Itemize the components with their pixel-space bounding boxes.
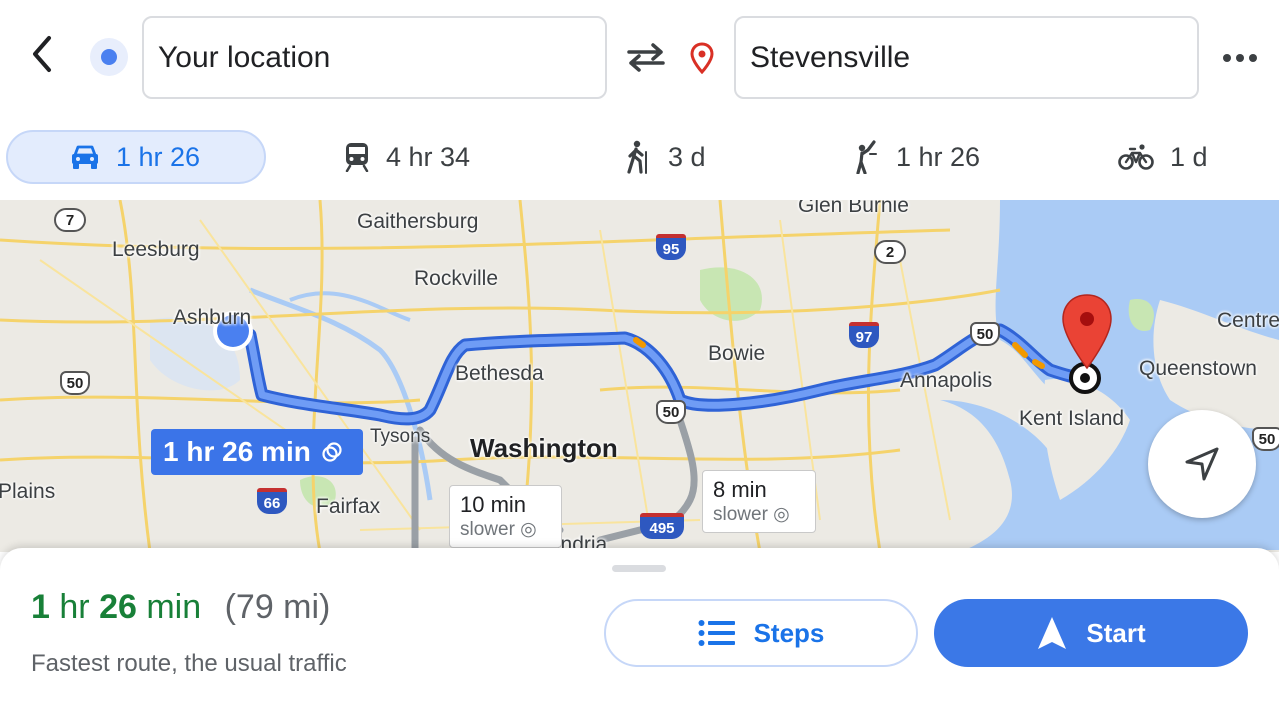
route-shield: 97 bbox=[849, 322, 879, 348]
tab-transit[interactable]: 4 hr 34 bbox=[344, 130, 470, 184]
more-horizontal-icon bbox=[1223, 54, 1257, 62]
place-label: Glen Burnie bbox=[798, 200, 909, 217]
chevron-left-icon bbox=[33, 36, 51, 72]
place-label: Kent Island bbox=[1019, 407, 1125, 430]
current-location-dot-icon bbox=[90, 38, 128, 76]
tab-cycling[interactable]: 1 d bbox=[1118, 130, 1208, 184]
place-label: Leesburg bbox=[112, 238, 200, 261]
place-label: Tysons bbox=[370, 426, 431, 447]
route-map[interactable]: Leesburg Gaithersburg Glen Burnie Rockvi… bbox=[0, 200, 1279, 552]
eta-hours-unit: hr bbox=[59, 588, 90, 626]
route-shield: 50 bbox=[60, 371, 90, 395]
route-shield: 2 bbox=[874, 240, 906, 264]
toll-info-icon bbox=[322, 442, 342, 462]
place-label: Queenstown bbox=[1139, 357, 1257, 380]
destination-input[interactable]: Stevensville bbox=[734, 16, 1199, 99]
tab-transit-label: 4 hr 34 bbox=[386, 141, 471, 172]
tab-walking[interactable]: 3 d bbox=[624, 130, 706, 184]
alt-route-time: 8 min bbox=[713, 477, 767, 502]
route-shield: 50 bbox=[1252, 427, 1279, 451]
recenter-button[interactable] bbox=[1148, 410, 1256, 518]
place-label: Bethesda bbox=[455, 362, 544, 385]
alt-route-badge[interactable]: 10 min slower ◎ bbox=[449, 485, 562, 548]
route-shield: 50 bbox=[970, 322, 1000, 346]
place-label: Centre bbox=[1217, 309, 1279, 332]
alt-route-badge[interactable]: 8 min slower ◎ bbox=[702, 470, 816, 533]
tab-cycling-label: 1 d bbox=[1170, 141, 1208, 172]
eta-minutes: 26 bbox=[99, 588, 137, 626]
directions-header: Your location Stevensville bbox=[0, 0, 1279, 120]
list-icon bbox=[698, 620, 735, 646]
tab-driving[interactable]: 1 hr 26 bbox=[6, 130, 266, 184]
place-label: Plains bbox=[0, 480, 56, 503]
navigation-start-icon bbox=[1038, 617, 1067, 649]
origin-input[interactable]: Your location bbox=[142, 16, 607, 99]
more-options-button[interactable] bbox=[1216, 40, 1264, 76]
eta-summary: 1 hr 26 min (79 mi) bbox=[31, 588, 330, 627]
place-label: Ashburn bbox=[173, 306, 252, 329]
place-label: Rockville bbox=[414, 267, 499, 290]
route-shield: 50 bbox=[656, 400, 686, 424]
route-shield: 495 bbox=[640, 513, 684, 539]
route-shield: 7 bbox=[54, 208, 86, 232]
place-label: Annapolis bbox=[900, 369, 993, 392]
steps-label: Steps bbox=[753, 617, 825, 648]
traffic-segment bbox=[1032, 359, 1045, 369]
place-label: Bowie bbox=[708, 342, 766, 365]
car-icon bbox=[72, 145, 98, 169]
place-label: Fairfax bbox=[316, 495, 381, 518]
ride-hail-icon bbox=[856, 140, 877, 174]
tab-driving-label: 1 hr 26 bbox=[116, 141, 201, 172]
route-distance: (79 mi) bbox=[224, 588, 331, 626]
alt-route-note: slower ◎ bbox=[460, 519, 537, 540]
start-navigation-button[interactable]: Start bbox=[934, 599, 1248, 667]
eta-hours: 1 bbox=[31, 588, 50, 626]
route-shield: 66 bbox=[257, 488, 287, 514]
route-duration-label: 1 hr 26 min bbox=[163, 436, 311, 467]
sheet-drag-handle[interactable] bbox=[612, 565, 666, 572]
route-summary-sheet: 1 hr 26 min (79 mi) Fastest route, the u… bbox=[0, 548, 1279, 719]
route-shield: 95 bbox=[656, 234, 686, 260]
place-label: Washington bbox=[470, 433, 618, 463]
tab-ride-hail-label: 1 hr 26 bbox=[896, 141, 981, 172]
back-button[interactable] bbox=[22, 30, 62, 78]
tab-ride-hail[interactable]: 1 hr 26 bbox=[852, 130, 980, 184]
traffic-segment bbox=[633, 337, 646, 348]
alt-route-note: slower ◎ bbox=[713, 504, 790, 525]
alt-route-time: 10 min bbox=[460, 492, 527, 517]
walk-icon bbox=[627, 140, 647, 174]
navigation-arrow-icon bbox=[1185, 447, 1219, 481]
route-description: Fastest route, the usual traffic bbox=[31, 650, 347, 677]
start-label: Start bbox=[1086, 617, 1146, 648]
location-pin-icon bbox=[688, 40, 716, 76]
swap-arrows-icon bbox=[627, 43, 665, 72]
place-label: Gaithersburg bbox=[357, 210, 479, 233]
travel-mode-tabs: 1 hr 26 4 hr 34 3 d 1 hr 26 1 d bbox=[0, 120, 1279, 200]
route-duration-badge[interactable]: 1 hr 26 min bbox=[151, 429, 363, 475]
bicycle-icon bbox=[1118, 144, 1154, 170]
swap-button[interactable] bbox=[622, 36, 670, 78]
eta-minutes-unit: min bbox=[146, 588, 202, 626]
train-icon bbox=[345, 143, 369, 172]
steps-button[interactable]: Steps bbox=[604, 599, 918, 667]
tab-walking-label: 3 d bbox=[668, 141, 706, 172]
